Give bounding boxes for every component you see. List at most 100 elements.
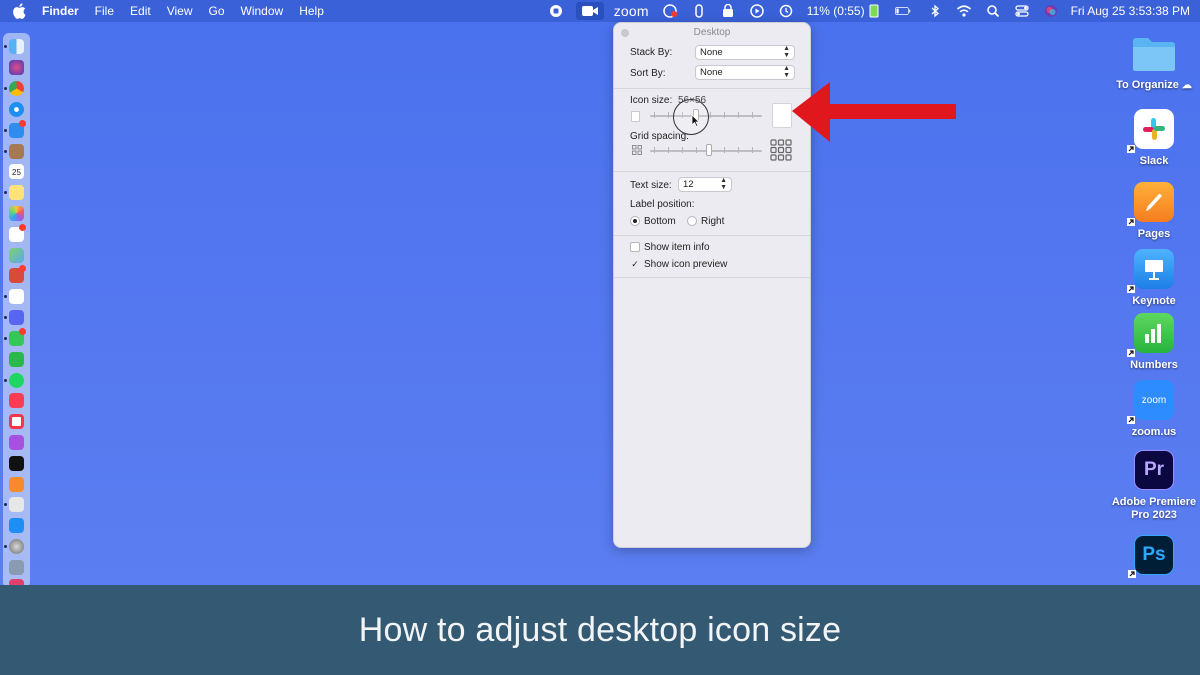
desktop-view-options-panel: Desktop Stack By: None ▲ ▼ Sort By: None … — [613, 22, 811, 548]
podcasts-dock-icon[interactable] — [9, 435, 24, 450]
finder-dock-icon[interactable] — [9, 39, 24, 54]
stack-by-select[interactable]: None ▲ ▼ — [695, 45, 795, 60]
menu-view[interactable]: View — [167, 4, 193, 18]
running-indicator — [4, 150, 7, 153]
siri-icon[interactable] — [1043, 4, 1059, 18]
preview-dock-icon[interactable] — [9, 560, 24, 575]
photo-booth-dock-icon[interactable] — [9, 265, 26, 283]
battery-icon[interactable] — [892, 4, 914, 18]
books-dock-icon[interactable] — [9, 477, 24, 492]
zoom-icon: zoom — [1127, 380, 1174, 424]
wifi-icon[interactable] — [956, 4, 972, 18]
grid-spacing-slider-thumb[interactable] — [706, 144, 712, 156]
mouse-pointer-icon — [691, 114, 700, 127]
label-position-label: Label position: — [630, 199, 695, 210]
apple-tv-dock-icon[interactable] — [9, 456, 24, 471]
zoom-camera-icon[interactable] — [575, 2, 604, 20]
slider-tick — [724, 147, 725, 153]
desktop-item-pages[interactable]: Pages — [1099, 182, 1200, 241]
lock-screen-icon[interactable] — [720, 4, 736, 18]
menu-file[interactable]: File — [95, 4, 114, 18]
desktop-item-numbers[interactable]: Numbers — [1099, 313, 1200, 372]
slider-tick — [668, 147, 669, 153]
chrome-dock-icon[interactable] — [9, 81, 24, 96]
music-dock-icon[interactable] — [9, 393, 24, 408]
zoom-menu-label[interactable]: zoom — [614, 3, 649, 19]
alias-arrow-icon — [1127, 145, 1135, 153]
slider-tick — [724, 112, 725, 118]
menubar-clock[interactable]: Fri Aug 25 3:53:38 PM — [1071, 4, 1190, 18]
record-stop-icon[interactable] — [548, 4, 564, 18]
control-center-icon[interactable] — [1014, 4, 1030, 18]
caption-text: How to adjust desktop icon size — [358, 610, 842, 649]
label-bottom-radio[interactable] — [630, 216, 640, 226]
divider — [614, 235, 810, 236]
menu-app-finder[interactable]: Finder — [42, 4, 79, 18]
slack-dock-icon[interactable] — [9, 289, 24, 304]
photos-dock-icon[interactable] — [9, 206, 24, 221]
pages-icon — [1127, 182, 1174, 226]
slider-tick — [752, 112, 753, 118]
menu-edit[interactable]: Edit — [130, 4, 151, 18]
label-right-radio[interactable] — [687, 216, 697, 226]
play-circle-icon[interactable] — [749, 4, 765, 18]
menu-window[interactable]: Window — [241, 4, 284, 18]
desktop-item-premiere[interactable]: Pr Adobe Premiere Pro 2023 — [1099, 450, 1200, 522]
spotify-dock-icon[interactable] — [9, 373, 24, 388]
keynote-icon — [1127, 249, 1174, 293]
select-arrows-icon: ▲ ▼ — [783, 65, 790, 79]
show-icon-preview-checkbox[interactable]: ✓ — [630, 259, 640, 269]
divider — [614, 171, 810, 172]
label-bottom-text: Bottom — [644, 216, 676, 227]
menu-help[interactable]: Help — [299, 4, 324, 18]
desktop-item-label: Slack — [1139, 155, 1169, 167]
slider-tick — [696, 147, 697, 153]
slider-tick — [710, 112, 711, 118]
small-icon-preview-icon — [631, 111, 640, 122]
screen-share-icon[interactable] — [662, 4, 678, 18]
menu-bar: Finder File Edit View Go Window Help zoo… — [0, 0, 1200, 22]
alias-arrow-icon — [1127, 416, 1135, 424]
running-indicator — [4, 295, 7, 298]
spotlight-search-icon[interactable] — [985, 4, 1001, 18]
time-machine-icon[interactable] — [778, 4, 794, 18]
menu-go[interactable]: Go — [209, 4, 225, 18]
maps-dock-icon[interactable] — [9, 248, 24, 263]
facetime-dock-icon[interactable] — [9, 352, 24, 367]
mail-dock-icon[interactable] — [9, 120, 26, 138]
running-indicator — [4, 87, 7, 90]
app-store-dock-icon[interactable] — [9, 518, 24, 533]
apple-icon[interactable] — [12, 3, 26, 19]
discord-dock-icon[interactable] — [9, 310, 24, 325]
sort-by-select[interactable]: None ▲ ▼ — [695, 65, 795, 80]
siri-dock-icon[interactable] — [9, 60, 24, 75]
reminders-dock-icon[interactable] — [9, 224, 26, 242]
terminal-dock-icon[interactable] — [9, 497, 24, 512]
premiere-logo-text: Pr — [1143, 459, 1165, 480]
zoom-logo-text: zoom — [1141, 394, 1167, 406]
desktop-item-to-organize[interactable]: To Organize ☁ — [1099, 35, 1200, 92]
safari-dock-icon[interactable] — [9, 102, 24, 117]
news-dock-icon[interactable] — [9, 414, 24, 429]
desktop-item-slack[interactable]: Slack — [1099, 109, 1200, 168]
messages-dock-icon[interactable] — [9, 328, 26, 346]
desktop-item-keynote[interactable]: Keynote — [1099, 249, 1200, 308]
desktop-item-photoshop[interactable]: Ps — [1099, 535, 1200, 578]
running-indicator — [4, 337, 7, 340]
panel-title: Desktop — [693, 27, 731, 38]
desktop-item-label: Adobe Premiere Pro 2023 — [1111, 496, 1197, 521]
show-item-info-checkbox[interactable] — [630, 242, 640, 252]
paperclip-icon[interactable] — [691, 4, 707, 18]
contacts-dock-icon[interactable] — [9, 144, 24, 159]
battery-percent-text: 11% (0:55) — [806, 4, 865, 18]
text-size-value: 12 — [683, 179, 694, 190]
alias-arrow-icon — [1128, 570, 1136, 578]
large-grid-icon — [770, 139, 792, 161]
notes-dock-icon[interactable] — [9, 185, 24, 200]
bluetooth-icon[interactable] — [927, 4, 943, 18]
system-settings-dock-icon[interactable] — [9, 539, 24, 554]
show-icon-preview-label: Show icon preview — [644, 259, 728, 270]
calendar-dock-icon[interactable]: 25 — [9, 164, 24, 179]
text-size-select[interactable]: 12 ▲ ▼ — [678, 177, 732, 192]
desktop-item-zoom[interactable]: zoom zoom.us — [1099, 380, 1200, 439]
